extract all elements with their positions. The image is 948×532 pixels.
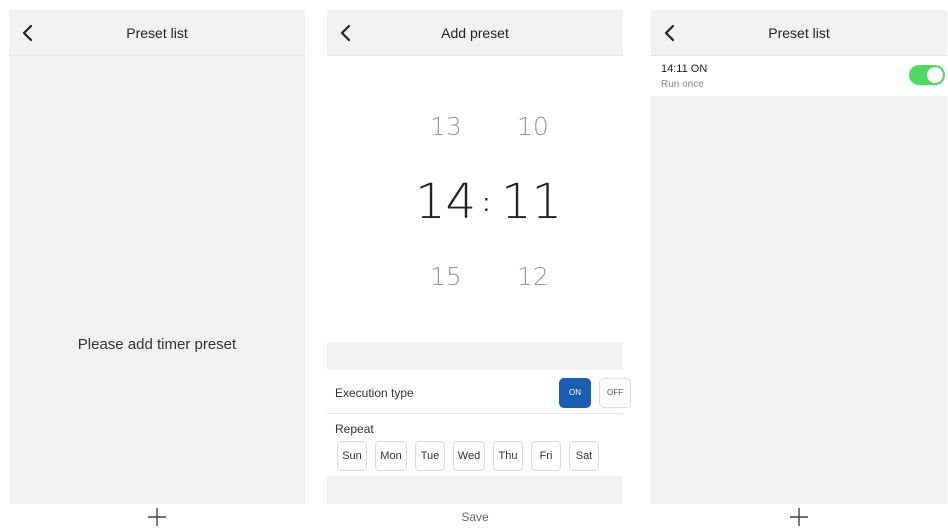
- toggle-knob: [927, 67, 943, 83]
- repeat-label: Repeat: [335, 422, 374, 436]
- hour-prev[interactable]: 13: [430, 112, 462, 141]
- preset-time-state: 14:11 ON: [661, 63, 708, 75]
- hour-next[interactable]: 15: [430, 262, 462, 291]
- day-button-mon[interactable]: Mon: [375, 441, 407, 471]
- day-button-sat[interactable]: Sat: [569, 441, 599, 471]
- footer: Save: [327, 504, 623, 532]
- save-button[interactable]: Save: [327, 510, 623, 524]
- day-button-wed[interactable]: Wed: [453, 441, 485, 471]
- day-selector: Sun Mon Tue Wed Thu Fri Sat: [337, 441, 599, 471]
- preset-list-screen: Preset list 14:11 ON Run once: [651, 10, 947, 532]
- minute-next[interactable]: 12: [517, 262, 549, 291]
- preset-list-empty-screen: Preset list Please add timer preset: [9, 10, 305, 532]
- time-picker[interactable]: 13 10 14 : 11 15 12: [327, 56, 623, 342]
- plus-icon[interactable]: [146, 506, 168, 528]
- day-button-fri[interactable]: Fri: [531, 441, 561, 471]
- page-title: Add preset: [441, 25, 509, 41]
- page-title: Preset list: [126, 25, 188, 41]
- preset-enable-toggle[interactable]: [909, 65, 945, 85]
- day-button-sun[interactable]: Sun: [337, 441, 367, 471]
- execution-type-row: Execution type ON OFF: [327, 370, 631, 414]
- hour-selected[interactable]: 14: [415, 174, 476, 230]
- bottom-divider: [327, 476, 623, 504]
- footer: [9, 504, 305, 532]
- day-button-thu[interactable]: Thu: [493, 441, 523, 471]
- page-title: Preset list: [768, 25, 830, 41]
- list-area: Please add timer preset: [9, 56, 305, 504]
- list-area: [651, 96, 947, 504]
- time-separator: :: [483, 190, 490, 217]
- header: Preset list: [9, 10, 305, 56]
- day-button-tue[interactable]: Tue: [415, 441, 445, 471]
- repeat-section: Repeat Sun Mon Tue Wed Thu Fri Sat: [327, 414, 623, 476]
- on-button[interactable]: ON: [559, 378, 591, 408]
- minute-selected[interactable]: 11: [501, 174, 562, 230]
- preset-list-item[interactable]: 14:11 ON Run once: [651, 56, 947, 96]
- execution-type-label: Execution type: [335, 386, 414, 400]
- off-button[interactable]: OFF: [599, 378, 631, 408]
- plus-icon[interactable]: [788, 506, 810, 528]
- empty-message: Please add timer preset: [77, 336, 237, 353]
- header: Add preset: [327, 10, 623, 56]
- add-preset-screen: Add preset 13 10 14 : 11 15 12 Execution…: [327, 10, 631, 532]
- footer: [651, 504, 947, 532]
- section-divider: [327, 342, 623, 370]
- header: Preset list: [651, 10, 947, 56]
- preset-schedule: Run once: [661, 79, 704, 90]
- minute-prev[interactable]: 10: [517, 112, 549, 141]
